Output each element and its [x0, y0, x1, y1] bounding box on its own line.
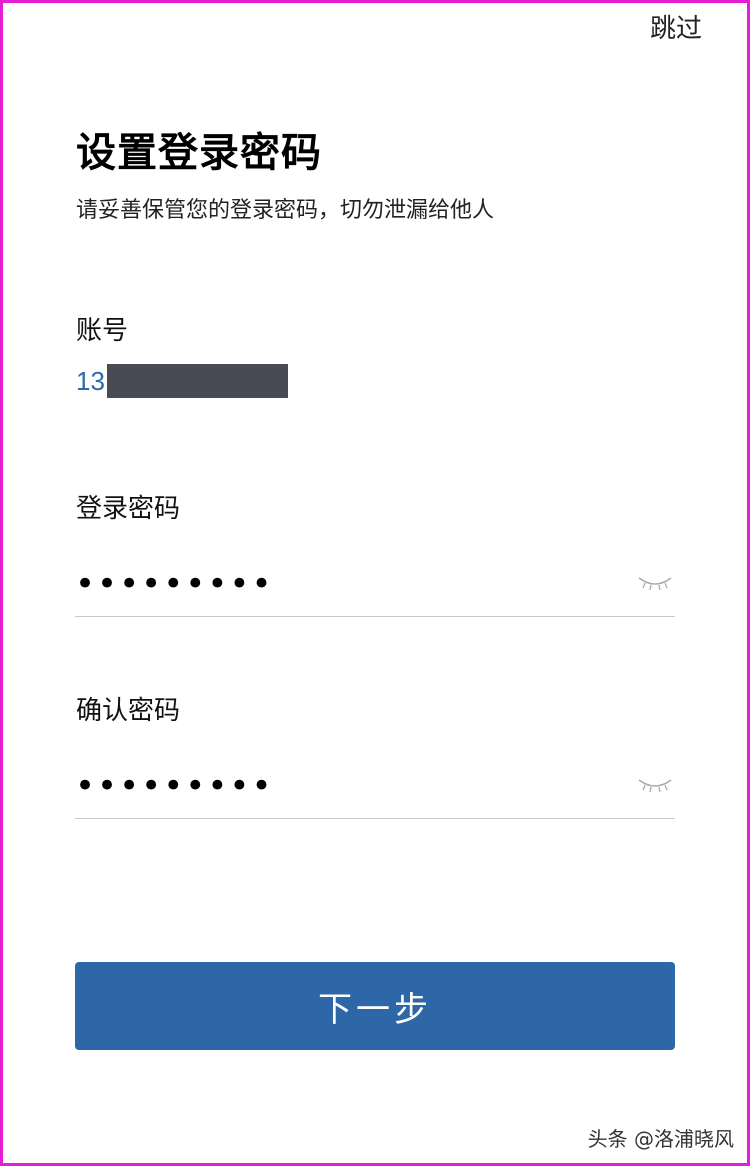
- password-label: 登录密码: [76, 494, 181, 524]
- page-title: 设置登录密码: [76, 130, 322, 176]
- account-redaction-block: [106, 364, 288, 398]
- page-subtitle: 请妥善保管您的登录密码，切勿泄漏给他人: [76, 198, 495, 223]
- account-label: 账号: [76, 316, 129, 346]
- eye-closed-icon[interactable]: [637, 574, 673, 594]
- eye-closed-icon[interactable]: [637, 776, 673, 796]
- next-step-button[interactable]: 下一步: [75, 962, 675, 1050]
- account-number-prefix: 13: [76, 365, 105, 396]
- skip-button[interactable]: 跳过: [650, 8, 702, 45]
- confirm-password-label: 确认密码: [76, 696, 181, 726]
- password-field: [75, 556, 675, 617]
- account-value: 13: [76, 364, 288, 398]
- watermark-text: 头条 @洛浦晓风: [587, 1127, 734, 1151]
- confirm-password-field: [75, 758, 675, 819]
- confirm-password-input[interactable]: [75, 758, 615, 814]
- password-input[interactable]: [75, 556, 615, 612]
